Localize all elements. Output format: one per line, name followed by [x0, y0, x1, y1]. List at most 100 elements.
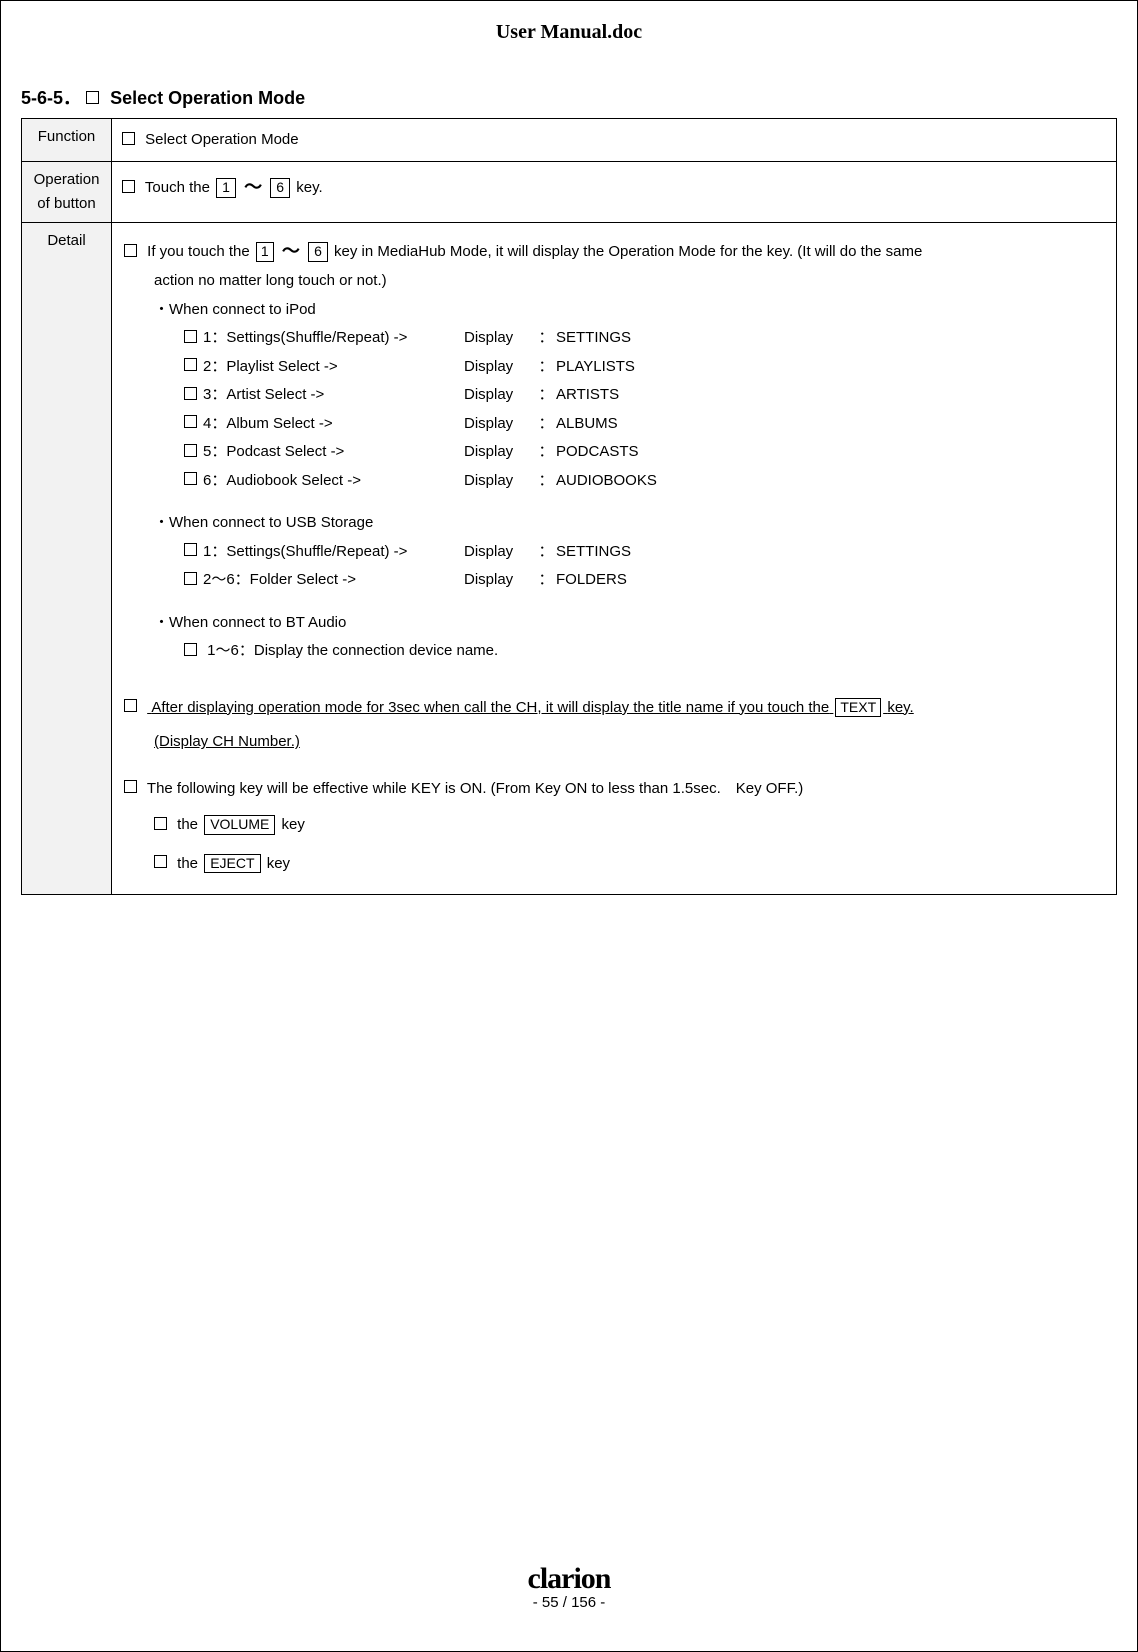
after-disp-line2: (Display CH Number.): [124, 728, 1104, 757]
checkbox-icon: [124, 244, 137, 257]
ipod-header: ・When connect to iPod: [124, 296, 1104, 325]
item-left: 4：Album Select ->: [203, 415, 333, 432]
item-left: 5：Podcast Select ->: [203, 443, 344, 460]
list-item: 1：Settings(Shuffle/Repeat) -> Display：SET…: [184, 538, 1104, 567]
operation-prefix: Touch the: [145, 179, 210, 196]
row-label-operation: Operation of button: [22, 162, 112, 223]
display-label: Display: [464, 438, 536, 467]
list-item: 2～6：Folder Select -> Display：FOLDERS: [184, 566, 1104, 595]
item-left: 2：Playlist Select ->: [203, 358, 338, 375]
after-disp-line1: After displaying operation mode for 3sec…: [147, 699, 914, 716]
bt-item-text: 1～6：Display the connection device name.: [207, 642, 498, 659]
item-display-value: SETTINGS: [556, 329, 631, 346]
colon: ：: [536, 467, 556, 496]
intro-mid: key in MediaHub Mode, it will display th…: [334, 243, 922, 260]
after-display-block: After displaying operation mode for 3sec…: [124, 694, 1104, 757]
display-label: Display: [464, 538, 536, 567]
key-1: 1: [256, 242, 274, 262]
colon: ：: [536, 324, 556, 353]
spec-table: Function Select Operation Mode Operation…: [21, 118, 1117, 895]
item-left: 3：Artist Select ->: [203, 386, 324, 403]
checkbox-icon: [124, 780, 137, 793]
checkbox-icon: [122, 180, 135, 193]
section-title: Select Operation Mode: [110, 88, 305, 108]
item-display-value: SETTINGS: [556, 543, 631, 560]
key-volume: VOLUME: [204, 815, 275, 835]
operation-cell: Touch the 1 ～ 6 key.: [112, 162, 1117, 223]
key-eject: EJECT: [204, 854, 260, 874]
brand-logo: clarion: [1, 1562, 1137, 1596]
checkbox-icon: [184, 543, 197, 556]
item-display-value: PODCASTS: [556, 443, 639, 460]
document-title: User Manual.doc: [21, 21, 1117, 44]
checkbox-icon: [184, 387, 197, 400]
item-left: 1：Settings(Shuffle/Repeat) ->: [203, 543, 407, 560]
usb-header: ・When connect to USB Storage: [124, 509, 1104, 538]
item-display-value: PLAYLISTS: [556, 358, 635, 375]
item-display-value: FOLDERS: [556, 571, 627, 588]
checkbox-icon: [184, 643, 197, 656]
checkbox-icon: [184, 358, 197, 371]
checkbox-icon: [184, 330, 197, 343]
list-item: 6：Audiobook Select ->Display：AUDIOBOOKS: [184, 467, 1104, 496]
function-text: Select Operation Mode: [145, 131, 298, 148]
key-6: 6: [270, 178, 290, 198]
colon: ：: [536, 538, 556, 567]
item-left: 1：Settings(Shuffle/Repeat) ->: [203, 329, 407, 346]
key-1: 1: [216, 178, 236, 198]
detail-cell: If you touch the 1 ～ 6 key in MediaHub M…: [112, 223, 1117, 895]
item-left: 2～6：Folder Select ->: [203, 571, 356, 588]
checkbox-icon: [124, 699, 137, 712]
operation-suffix: key.: [296, 179, 322, 196]
checkbox-icon: [184, 444, 197, 457]
row-label-function: Function: [22, 119, 112, 162]
ipod-list: 1：Settings(Shuffle/Repeat) ->Display：SET…: [124, 324, 1104, 495]
display-label: Display: [464, 324, 536, 353]
key-6: 6: [308, 242, 328, 262]
table-row: Function Select Operation Mode: [22, 119, 1117, 162]
bt-item: 1～6：Display the connection device name.: [124, 637, 1104, 666]
checkbox-icon: [184, 415, 197, 428]
key-text: TEXT: [835, 698, 881, 718]
list-item: 1：Settings(Shuffle/Repeat) -> Display：SET…: [184, 324, 1104, 353]
effective-line: The following key will be effective whil…: [147, 780, 803, 797]
bt-header: ・When connect to BT Audio: [124, 609, 1104, 638]
checkbox-icon: [86, 91, 99, 104]
list-item: 3：Artist Select -> Display：ARTISTS: [184, 381, 1104, 410]
checkbox-icon: [184, 572, 197, 585]
item-left: 6：Audiobook Select ->: [203, 472, 361, 489]
display-label: Display: [464, 566, 536, 595]
checkbox-icon: [154, 855, 167, 868]
intro-prefix: If you touch the: [147, 243, 250, 260]
item-display-value: ARTISTS: [556, 386, 619, 403]
section-header: 5-6-5． Select Operation Mode: [21, 84, 1117, 110]
page-number: - 55 / 156 -: [1, 1594, 1137, 1611]
display-label: Display: [464, 353, 536, 382]
list-item: 2：Playlist Select -> Display：PLAYLISTS: [184, 353, 1104, 382]
colon: ：: [536, 381, 556, 410]
table-row: Detail If you touch the 1 ～ 6 key in Med…: [22, 223, 1117, 895]
effective-key-volume: the VOLUME key: [124, 811, 1104, 840]
effective-block: The following key will be effective whil…: [124, 775, 1104, 879]
usb-list: 1：Settings(Shuffle/Repeat) -> Display：SET…: [124, 538, 1104, 595]
function-cell: Select Operation Mode: [112, 119, 1117, 162]
document-page: User Manual.doc 5-6-5． Select Operation …: [0, 0, 1138, 1652]
checkbox-icon: [184, 472, 197, 485]
page-footer: clarion - 55 / 156 -: [1, 1562, 1137, 1611]
item-display-value: ALBUMS: [556, 415, 618, 432]
list-item: 5：Podcast Select -> Display：PODCASTS: [184, 438, 1104, 467]
tilde-icon: ～: [244, 177, 262, 197]
colon: ：: [536, 353, 556, 382]
display-label: Display: [464, 381, 536, 410]
checkbox-icon: [122, 132, 135, 145]
section-number: 5-6-5．: [21, 88, 81, 108]
display-label: Display: [464, 467, 536, 496]
colon: ：: [536, 566, 556, 595]
tilde-icon: ～: [282, 241, 300, 261]
table-row: Operation of button Touch the 1 ～ 6 key.: [22, 162, 1117, 223]
list-item: 4：Album Select ->Display：ALBUMS: [184, 410, 1104, 439]
effective-key-eject: the EJECT key: [124, 850, 1104, 879]
display-label: Display: [464, 410, 536, 439]
checkbox-icon: [154, 817, 167, 830]
colon: ：: [536, 438, 556, 467]
